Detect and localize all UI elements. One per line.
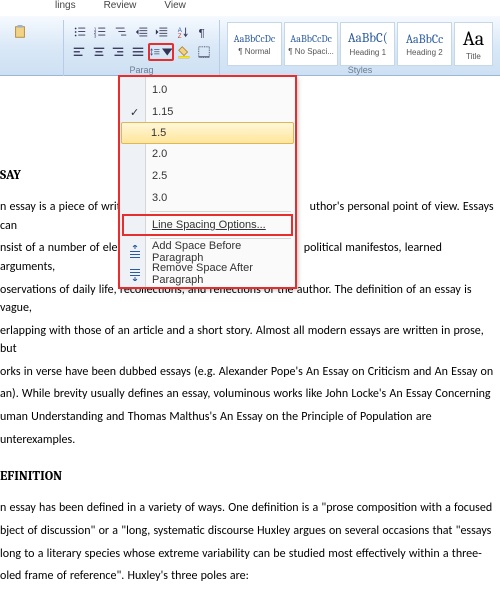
ribbon: 123 AZ ¶ Parag AaBbCcDc¶ Normal AaBbCcDc… [0, 16, 500, 76]
numbering-button[interactable]: 123 [91, 23, 111, 41]
align-right-button[interactable] [109, 43, 128, 61]
menu-item[interactable]: lings [55, 0, 76, 16]
para: an). While brevity usually defines an es… [0, 385, 496, 404]
style-heading-1[interactable]: AaBbC(Heading 1 [340, 22, 395, 66]
multilevel-list-button[interactable] [111, 23, 131, 41]
style-heading-2[interactable]: AaBbCcHeading 2 [397, 22, 452, 66]
remove-space-after-paragraph[interactable]: Remove Space After Paragraph [122, 263, 293, 285]
spacing-3-0[interactable]: 3.0 [122, 187, 293, 209]
line-spacing-dropdown: 1.0 1.15 1.5 2.0 2.5 3.0 Line Spacing Op… [119, 76, 296, 288]
styles-group: AaBbCcDc¶ Normal AaBbCcDc¶ No Spaci... A… [220, 20, 500, 76]
show-paragraph-marks-button[interactable]: ¶ [193, 23, 213, 41]
para: unterexamples. [0, 431, 496, 450]
para: n essay has been defined in a variety of… [0, 499, 496, 518]
borders-button[interactable] [195, 43, 214, 61]
paragraph-label: Parag [64, 65, 219, 75]
para: uman Understanding and Thomas Malthus's … [0, 408, 496, 427]
style-normal[interactable]: AaBbCcDc¶ Normal [227, 22, 282, 66]
para: bject of discussion" or a "long, systema… [0, 522, 496, 541]
spacing-1-5[interactable]: 1.5 [121, 122, 294, 144]
sort-button[interactable]: AZ [173, 23, 193, 41]
paste-button[interactable] [10, 23, 30, 41]
align-left-button[interactable] [70, 43, 89, 61]
menu-item[interactable]: Review [104, 0, 137, 16]
spacing-1-15[interactable]: 1.15 [122, 101, 293, 123]
heading-definition: EFINITION [0, 467, 496, 487]
spacing-2-0[interactable]: 2.0 [122, 143, 293, 165]
spacing-2-5[interactable]: 2.5 [122, 165, 293, 187]
line-spacing-button[interactable] [148, 43, 174, 61]
svg-text:¶: ¶ [199, 27, 205, 39]
menu-item[interactable]: View [164, 0, 186, 16]
para: orks in verse have been dubbed essays (e… [0, 363, 496, 382]
increase-indent-button[interactable] [152, 23, 172, 41]
shading-button[interactable] [175, 43, 194, 61]
line-spacing-options[interactable]: Line Spacing Options... [122, 214, 293, 236]
para: long to a literary species whose extreme… [0, 545, 496, 564]
align-center-button[interactable] [90, 43, 109, 61]
paragraph-group: 123 AZ ¶ Parag [64, 20, 220, 76]
add-space-before-icon [127, 244, 143, 260]
style-title[interactable]: AaTitle [454, 22, 493, 66]
svg-text:Z: Z [177, 33, 181, 39]
svg-text:3: 3 [94, 33, 97, 38]
spacing-1-0[interactable]: 1.0 [122, 79, 293, 101]
clipboard-group [4, 20, 64, 76]
styles-label: Styles [220, 65, 500, 75]
style-no-spacing[interactable]: AaBbCcDc¶ No Spaci... [284, 22, 339, 66]
bullets-button[interactable] [70, 23, 90, 41]
para: oled frame of reference". Huxley's three… [0, 567, 496, 586]
remove-space-after-icon [127, 266, 143, 282]
decrease-indent-button[interactable] [132, 23, 152, 41]
para: erlapping with those of an article and a… [0, 322, 496, 359]
add-space-before-paragraph[interactable]: Add Space Before Paragraph [122, 241, 293, 263]
justify-button[interactable] [129, 43, 148, 61]
menu-bar: lings Review View [0, 0, 500, 16]
